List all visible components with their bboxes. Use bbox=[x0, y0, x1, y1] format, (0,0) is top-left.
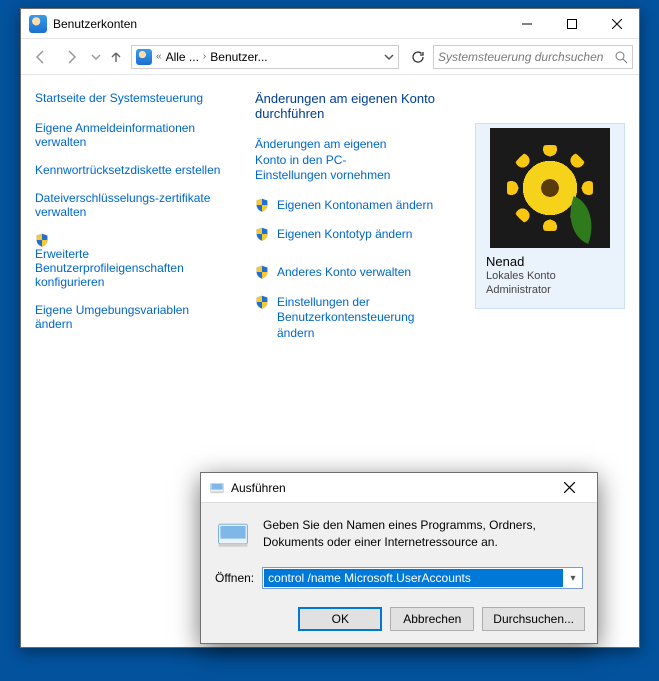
breadcrumb-part[interactable]: Alle ... bbox=[166, 50, 199, 64]
run-title: Ausführen bbox=[231, 481, 549, 495]
action-uac-settings[interactable]: Einstellungen der Benutzerkontensteuerun… bbox=[277, 295, 437, 342]
nav-bar: « Alle ... › Benutzer... Systemsteuerung… bbox=[21, 39, 639, 75]
shield-icon bbox=[35, 233, 49, 247]
action-manage-other[interactable]: Anderes Konto verwalten bbox=[277, 265, 411, 281]
run-titlebar[interactable]: Ausführen bbox=[201, 473, 597, 503]
user-type: Lokales Konto bbox=[476, 269, 624, 283]
close-button[interactable] bbox=[594, 9, 639, 38]
user-name: Nenad bbox=[476, 254, 624, 269]
sidebar-item-env-vars[interactable]: Eigene Umgebungsvariablen ändern bbox=[35, 303, 227, 331]
sidebar-item-encryption-certs[interactable]: Dateiverschlüsselungs-zertifikate verwal… bbox=[35, 191, 227, 219]
avatar bbox=[490, 128, 610, 248]
ok-button[interactable]: OK bbox=[298, 607, 382, 631]
minimize-icon bbox=[522, 19, 532, 29]
user-tile[interactable]: Nenad Lokales Konto Administrator bbox=[475, 123, 625, 309]
run-icon bbox=[209, 480, 225, 496]
run-close-button[interactable] bbox=[549, 480, 589, 496]
sidebar-item-credentials[interactable]: Eigene Anmeldeinformationen verwalten bbox=[35, 121, 227, 149]
shield-icon bbox=[255, 198, 269, 212]
close-icon bbox=[612, 19, 622, 29]
user-role: Administrator bbox=[476, 283, 624, 297]
cancel-button[interactable]: Abbrechen bbox=[390, 607, 474, 631]
shield-icon bbox=[255, 227, 269, 241]
sidebar-item-advanced-profile[interactable]: Erweiterte Benutzerprofileigenschaften k… bbox=[35, 247, 184, 289]
forward-button[interactable] bbox=[57, 43, 85, 71]
maximize-icon bbox=[567, 19, 577, 29]
user-accounts-icon bbox=[29, 15, 47, 33]
back-button[interactable] bbox=[27, 43, 55, 71]
shield-icon bbox=[255, 295, 269, 309]
action-change-pc-settings[interactable]: Änderungen am eigenen Konto in den PC-Ei… bbox=[255, 137, 405, 184]
refresh-button[interactable] bbox=[405, 45, 431, 69]
window-title: Benutzerkonten bbox=[53, 17, 504, 31]
breadcrumb[interactable]: « Alle ... › Benutzer... bbox=[131, 45, 399, 69]
back-icon bbox=[33, 49, 49, 65]
search-icon bbox=[614, 50, 628, 64]
run-hint: Geben Sie den Namen eines Programms, Ord… bbox=[263, 517, 583, 553]
search-input[interactable]: Systemsteuerung durchsuchen bbox=[433, 45, 633, 69]
run-dialog: Ausführen Geben Sie den Namen eines Prog… bbox=[200, 472, 598, 644]
run-open-input[interactable]: control /name Microsoft.UserAccounts ▾ bbox=[262, 567, 583, 589]
browse-button[interactable]: Durchsuchen... bbox=[482, 607, 585, 631]
up-button[interactable] bbox=[107, 43, 125, 71]
breadcrumb-part[interactable]: Benutzer... bbox=[210, 50, 267, 64]
search-placeholder: Systemsteuerung durchsuchen bbox=[438, 50, 614, 64]
minimize-button[interactable] bbox=[504, 9, 549, 38]
breadcrumb-sep: « bbox=[156, 51, 162, 62]
chevron-right-icon: › bbox=[203, 51, 206, 62]
chevron-down-icon bbox=[91, 52, 101, 62]
maximize-button[interactable] bbox=[549, 9, 594, 38]
shield-icon bbox=[255, 265, 269, 279]
sidebar-home[interactable]: Startseite der Systemsteuerung bbox=[35, 91, 227, 105]
run-open-label: Öffnen: bbox=[215, 571, 254, 585]
control-panel-icon bbox=[136, 49, 152, 65]
chevron-down-icon[interactable]: ▾ bbox=[564, 573, 582, 584]
refresh-icon bbox=[411, 50, 425, 64]
page-heading: Änderungen am eigenen Konto durchführen bbox=[255, 91, 459, 121]
chevron-down-icon[interactable] bbox=[384, 52, 394, 62]
action-change-name[interactable]: Eigenen Kontonamen ändern bbox=[277, 198, 433, 214]
run-open-value[interactable]: control /name Microsoft.UserAccounts bbox=[264, 569, 563, 587]
up-icon bbox=[109, 50, 123, 64]
run-app-icon bbox=[215, 517, 251, 553]
action-change-type[interactable]: Eigenen Kontotyp ändern bbox=[277, 227, 412, 243]
forward-icon bbox=[63, 49, 79, 65]
close-icon bbox=[564, 482, 575, 493]
titlebar[interactable]: Benutzerkonten bbox=[21, 9, 639, 39]
recent-button[interactable] bbox=[87, 43, 105, 71]
sidebar-item-reset-disk[interactable]: Kennwortrücksetzdiskette erstellen bbox=[35, 163, 227, 177]
